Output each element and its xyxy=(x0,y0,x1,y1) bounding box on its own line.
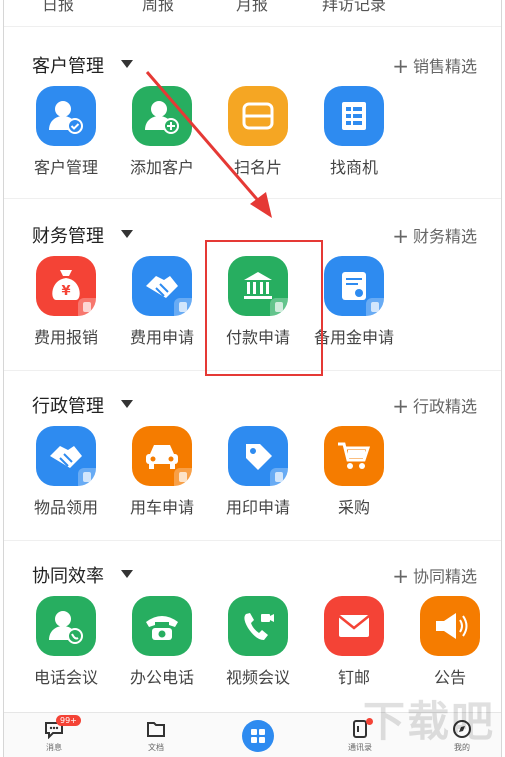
message-count-badge: 99+ xyxy=(56,715,81,726)
workbench-icon xyxy=(242,720,274,752)
tab-messages[interactable]: 99+ 消息 xyxy=(24,715,84,753)
folder-icon xyxy=(147,722,165,737)
tab-documents[interactable]: 文档 xyxy=(126,719,186,753)
tab-workbench[interactable] xyxy=(228,719,288,756)
site-watermark: 下载吧 xyxy=(362,697,495,746)
red-arrow-annotation xyxy=(145,71,272,218)
app-frame: 日报 周报 月报 拜访记录 客户管理 + 销售精选 客户管理 添加客户 扫名片 … xyxy=(3,0,502,757)
